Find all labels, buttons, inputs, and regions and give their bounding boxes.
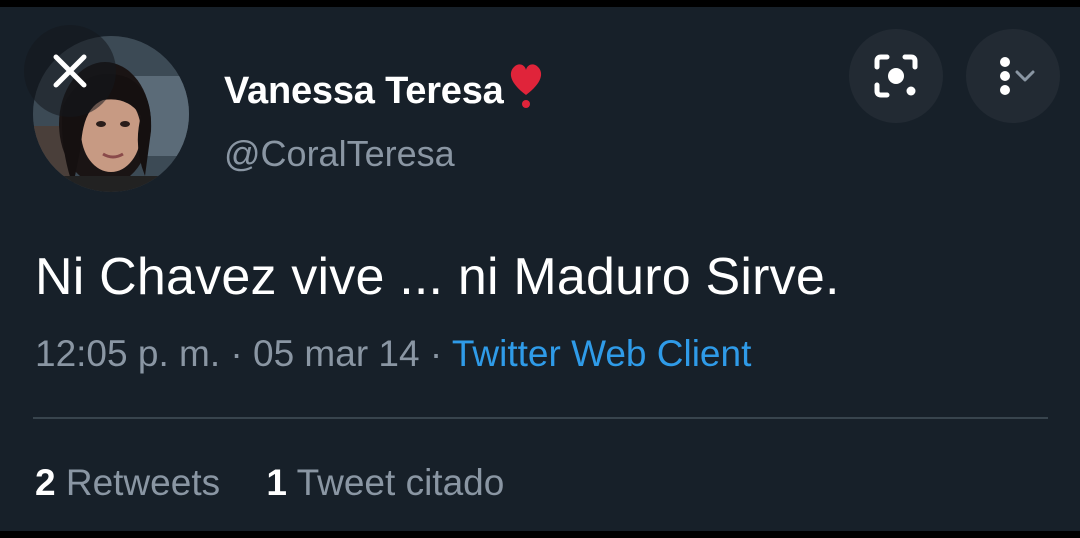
tweet-text: Ni Chavez vive ... ni Maduro Sirve. [35, 248, 840, 306]
meta-separator: · [429, 333, 443, 374]
retweets-count: 2 [35, 462, 56, 503]
tweet-date[interactable]: 05 mar 14 [253, 333, 420, 374]
tweet-stats: 2 Retweets 1 Tweet citado [35, 462, 504, 504]
lens-search-button[interactable] [849, 29, 943, 123]
retweets-stat[interactable]: 2 Retweets [35, 462, 220, 504]
tweet-source-link[interactable]: Twitter Web Client [452, 333, 752, 374]
divider [33, 417, 1048, 419]
author-display-name[interactable]: Vanessa Teresa [224, 59, 546, 119]
quotes-count: 1 [266, 462, 287, 503]
quotes-label: Tweet citado [296, 462, 505, 503]
more-vertical-icon [1000, 57, 1035, 95]
heart-exclamation-icon [506, 59, 546, 119]
quote-tweets-stat[interactable]: 1 Tweet citado [266, 462, 504, 504]
close-icon [53, 54, 87, 88]
tweet-time[interactable]: 12:05 p. m. [35, 333, 220, 374]
tweet-meta: 12:05 p. m. · 05 mar 14 · Twitter Web Cl… [35, 333, 751, 375]
author-handle[interactable]: @CoralTeresa [224, 133, 455, 175]
meta-separator: · [230, 333, 243, 374]
author-name-text: Vanessa Teresa [224, 70, 504, 112]
retweets-label: Retweets [65, 462, 221, 503]
close-button[interactable] [24, 25, 116, 117]
tweet-detail-screen: Vanessa Teresa @CoralTeresa Ni Chavez vi… [0, 7, 1080, 531]
lens-search-icon [874, 54, 918, 98]
more-options-button[interactable] [966, 29, 1060, 123]
